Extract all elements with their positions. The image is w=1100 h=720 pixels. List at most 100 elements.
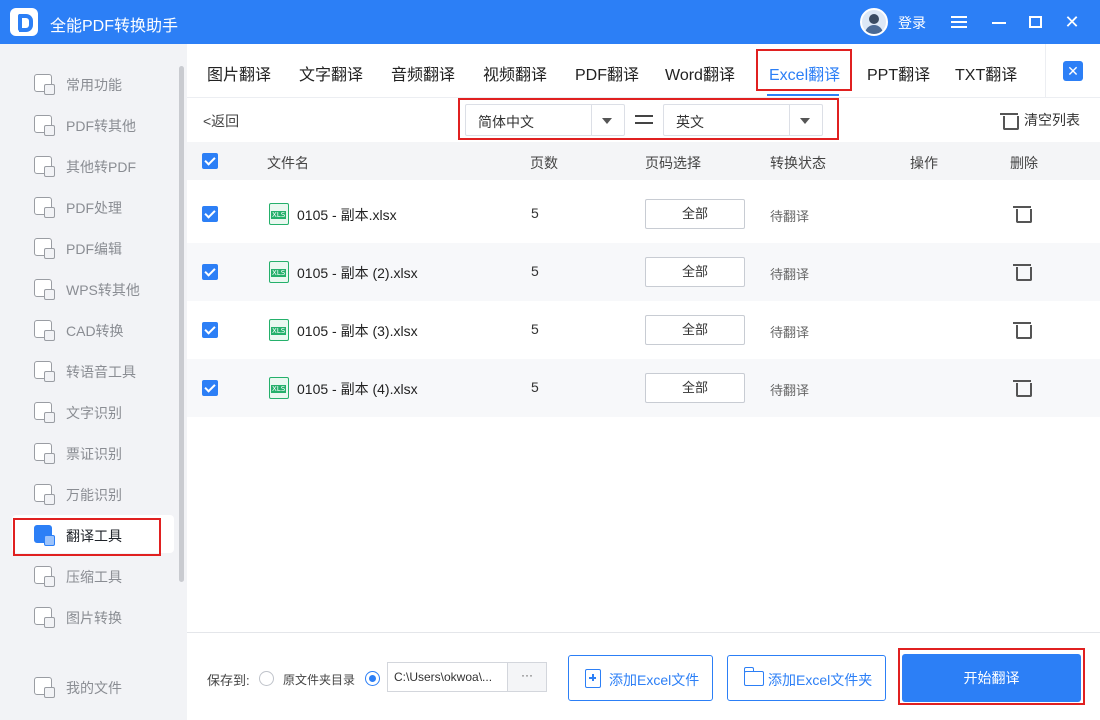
ticket-ocr-icon xyxy=(34,443,55,464)
select-all-checkbox[interactable] xyxy=(202,153,218,169)
target-language-value: 英文 xyxy=(676,114,704,130)
xls-file-icon xyxy=(269,203,289,225)
header-action: 操作 xyxy=(910,155,938,171)
tab-text-translate[interactable]: 文字翻译 xyxy=(299,61,363,85)
pdf-process-icon xyxy=(34,197,55,218)
minimize-icon[interactable] xyxy=(985,8,1013,36)
table-row: 0105 - 副本.xlsx 5 全部 待翻译 xyxy=(187,185,1100,243)
app-title: 全能PDF转换助手 xyxy=(50,18,179,35)
to-pdf-icon xyxy=(34,156,55,177)
status-text: 待翻译 xyxy=(770,209,810,224)
swap-languages-icon[interactable] xyxy=(633,109,655,131)
target-language-select[interactable]: 英文 xyxy=(663,104,823,136)
sidebar-item-wps-convert[interactable]: WPS转其他 xyxy=(12,269,174,307)
delete-row-icon[interactable] xyxy=(1013,263,1032,281)
user-avatar-icon[interactable] xyxy=(860,8,888,36)
row-checkbox[interactable] xyxy=(202,322,218,338)
login-link[interactable]: 登录 xyxy=(898,13,926,33)
radio-custom-path[interactable] xyxy=(365,671,380,686)
chevron-down-icon xyxy=(800,118,810,124)
wps-convert-icon xyxy=(34,279,55,300)
delete-row-icon[interactable] xyxy=(1013,321,1032,339)
text-ocr-icon xyxy=(34,402,55,423)
window-close-icon[interactable]: ✕ xyxy=(1058,8,1086,36)
sidebar-item-compress-tool[interactable]: 压缩工具 xyxy=(12,556,174,594)
chevron-down-icon xyxy=(602,118,612,124)
sidebar-item-other-to-pdf[interactable]: 其他转PDF xyxy=(12,146,174,184)
add-file-icon xyxy=(585,669,601,688)
header-page-range: 页码选择 xyxy=(645,155,701,171)
tab-word-translate[interactable]: Word翻译 xyxy=(665,61,735,85)
header-delete: 删除 xyxy=(1010,155,1038,171)
clear-list-button[interactable]: 清空列表 xyxy=(1024,110,1080,130)
radio-original-folder[interactable] xyxy=(259,671,274,686)
sidebar-scrollbar[interactable] xyxy=(179,66,184,582)
table-row: 0105 - 副本 (3).xlsx 5 全部 待翻译 xyxy=(187,301,1100,359)
xls-file-icon xyxy=(269,261,289,283)
translate-tool-icon xyxy=(34,525,55,546)
xls-file-icon xyxy=(269,377,289,399)
source-language-select[interactable]: 简体中文 xyxy=(465,104,625,136)
tab-ppt-translate[interactable]: PPT翻译 xyxy=(867,61,930,85)
star-grid-icon xyxy=(34,74,55,95)
page-range-button[interactable]: 全部 xyxy=(645,315,745,345)
sidebar-item-pdf-process[interactable]: PDF处理 xyxy=(12,187,174,225)
sidebar-item-cad-convert[interactable]: CAD转换 xyxy=(12,310,174,348)
row-checkbox[interactable] xyxy=(202,380,218,396)
title-bar: 全能PDF转换助手 登录 ✕ xyxy=(0,0,1100,44)
page-count: 5 xyxy=(531,321,539,337)
original-folder-label: 原文件夹目录 xyxy=(283,673,356,687)
browse-path-button[interactable]: ··· xyxy=(507,663,546,691)
delete-row-icon[interactable] xyxy=(1013,205,1032,223)
menu-icon[interactable] xyxy=(945,8,973,36)
xls-file-icon xyxy=(269,319,289,341)
sidebar-item-my-files[interactable]: 我的文件 xyxy=(12,667,174,705)
save-to-label: 保存到: xyxy=(207,673,250,688)
header-status: 转换状态 xyxy=(770,155,826,171)
table-header: 文件名 页数 页码选择 转换状态 操作 删除 xyxy=(187,142,1100,180)
app-logo-icon xyxy=(10,8,38,36)
universal-ocr-icon xyxy=(34,484,55,505)
sidebar-item-universal-ocr[interactable]: 万能识别 xyxy=(12,474,174,512)
sidebar-item-text-ocr[interactable]: 文字识别 xyxy=(12,392,174,430)
sidebar-item-image-convert[interactable]: 图片转换 xyxy=(12,597,174,635)
sidebar-item-ticket-ocr[interactable]: 票证识别 xyxy=(12,433,174,471)
tab-txt-translate[interactable]: TXT翻译 xyxy=(955,61,1017,85)
header-filename: 文件名 xyxy=(267,155,309,171)
back-button[interactable]: <返回 xyxy=(203,111,239,131)
add-excel-file-button[interactable]: 添加Excel文件 xyxy=(568,655,713,701)
sidebar-item-pdf-edit[interactable]: PDF编辑 xyxy=(12,228,174,266)
page-range-button[interactable]: 全部 xyxy=(645,199,745,229)
sidebar-item-common[interactable]: 常用功能 xyxy=(12,64,174,102)
compress-tool-icon xyxy=(34,566,55,587)
page-count: 5 xyxy=(531,205,539,221)
select-divider xyxy=(789,105,790,135)
row-checkbox[interactable] xyxy=(202,206,218,222)
sidebar-item-voice-tool[interactable]: 转语音工具 xyxy=(12,351,174,389)
voice-tool-icon xyxy=(34,361,55,382)
add-excel-folder-button[interactable]: 添加Excel文件夹 xyxy=(727,655,886,701)
status-text: 待翻译 xyxy=(770,267,810,282)
sidebar-item-translate-tool[interactable]: 翻译工具 xyxy=(12,515,174,553)
source-language-value: 简体中文 xyxy=(478,114,534,130)
sidebar-item-pdf-to-other[interactable]: PDF转其他 xyxy=(12,105,174,143)
file-name: 0105 - 副本 (4).xlsx xyxy=(297,381,418,397)
tab-image-translate[interactable]: 图片翻译 xyxy=(207,61,271,85)
page-range-button[interactable]: 全部 xyxy=(645,257,745,287)
page-range-button[interactable]: 全部 xyxy=(645,373,745,403)
panel-close-icon[interactable]: ✕ xyxy=(1063,61,1083,81)
row-checkbox[interactable] xyxy=(202,264,218,280)
add-file-label: 添加Excel文件 xyxy=(609,672,700,688)
maximize-icon[interactable] xyxy=(1021,8,1049,36)
status-text: 待翻译 xyxy=(770,325,810,340)
tab-excel-translate[interactable]: Excel翻译 xyxy=(769,61,840,85)
image-convert-icon xyxy=(34,607,55,628)
tab-audio-translate[interactable]: 音频翻译 xyxy=(391,61,455,85)
select-divider xyxy=(591,105,592,135)
start-translate-button[interactable]: 开始翻译 xyxy=(902,654,1081,702)
delete-row-icon[interactable] xyxy=(1013,379,1032,397)
output-path-field[interactable]: C:\Users\okwoa\... ··· xyxy=(387,662,547,692)
tab-video-translate[interactable]: 视频翻译 xyxy=(483,61,547,85)
tab-pdf-translate[interactable]: PDF翻译 xyxy=(575,61,639,85)
clear-list-trash-icon[interactable] xyxy=(1000,112,1019,130)
